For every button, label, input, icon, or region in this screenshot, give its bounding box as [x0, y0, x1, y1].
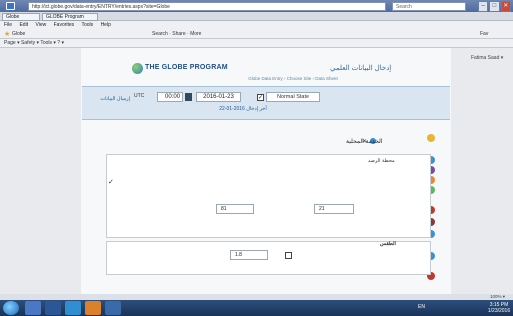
- card2-heading: الطقس: [380, 241, 396, 247]
- card2-input[interactable]: 1.8: [230, 250, 268, 260]
- window-controls: – □ ✕: [478, 1, 511, 12]
- favorites-star-icon[interactable]: ★: [4, 30, 10, 38]
- clock[interactable]: 3:15 PM 1/23/2016: [487, 302, 511, 314]
- taskbar-app-icon[interactable]: [105, 301, 121, 315]
- taskbar-media-icon[interactable]: [85, 301, 101, 315]
- last-entry-text: آخر إدخال 2016-01-22: [219, 106, 267, 112]
- menu-tools[interactable]: Tools: [81, 22, 93, 28]
- user-menu[interactable]: Fatima Saad ▾: [471, 55, 503, 61]
- favorites-bar: [0, 29, 513, 39]
- search-box[interactable]: Search: [392, 2, 466, 11]
- card1-checkmark[interactable]: ✓: [108, 178, 114, 186]
- menu-favorites[interactable]: Favorites: [54, 22, 75, 28]
- calendar-icon[interactable]: [185, 93, 192, 101]
- card1-input-2[interactable]: 81: [216, 204, 254, 214]
- card2-checkbox[interactable]: [285, 252, 292, 259]
- state-checkbox[interactable]: ✓: [257, 94, 264, 101]
- menu-help[interactable]: Help: [101, 22, 111, 28]
- tab-globe-program[interactable]: GLOBE Program: [42, 13, 98, 21]
- tab-globe[interactable]: Globe: [2, 13, 40, 21]
- minimize-button[interactable]: –: [478, 1, 489, 12]
- address-bar[interactable]: http://ict.globe.gov/data-entry/ENTRY/en…: [28, 2, 386, 11]
- card1-heading: محطة الرصد: [368, 158, 395, 164]
- category-yellow-icon[interactable]: [427, 134, 435, 142]
- start-button[interactable]: [3, 301, 19, 315]
- favbar-right[interactable]: Fav: [480, 31, 488, 37]
- clock-date: 1/23/2016: [487, 308, 511, 314]
- favbar-tools[interactable]: Search · Share · More: [152, 31, 201, 37]
- taskbar-word-icon[interactable]: [45, 301, 61, 315]
- menu-bar: File Edit View Favorites Tools Help: [0, 21, 513, 29]
- page-title: إدخال البيانات العلمي: [330, 65, 392, 72]
- globe-logo-icon: [132, 63, 143, 74]
- entry-card-1: [106, 154, 431, 238]
- logo-text: THE GLOBE PROGRAM: [145, 64, 228, 71]
- time-input[interactable]: 00:00: [157, 92, 183, 102]
- state-select[interactable]: Normal State: [266, 92, 320, 102]
- date-input[interactable]: 2016-01-23: [196, 92, 241, 102]
- breadcrumb[interactable]: Globe Data Entry › Choose Site › Data Sh…: [175, 76, 411, 81]
- menu-file[interactable]: File: [4, 22, 12, 28]
- system-tray[interactable]: EN: [418, 304, 425, 310]
- taskbar-ie-icon[interactable]: [65, 301, 81, 315]
- maximize-button[interactable]: □: [489, 1, 500, 12]
- time-unit-label: UTC: [134, 93, 145, 99]
- menu-view[interactable]: View: [35, 22, 46, 28]
- favorites-label[interactable]: Globe: [12, 31, 25, 37]
- close-button[interactable]: ✕: [500, 1, 511, 12]
- submit-data-label[interactable]: إرسال البيانات: [86, 96, 130, 102]
- card1-input-1[interactable]: 21: [314, 204, 354, 214]
- taskbar-explorer-icon[interactable]: [25, 301, 41, 315]
- menu-edit[interactable]: Edit: [19, 22, 28, 28]
- browser-back-icon[interactable]: [6, 2, 15, 10]
- group-label: الخدمة المحلية: [346, 139, 383, 145]
- command-bar[interactable]: Page ▾ Safety ▾ Tools ▾ ? ▾: [0, 39, 513, 48]
